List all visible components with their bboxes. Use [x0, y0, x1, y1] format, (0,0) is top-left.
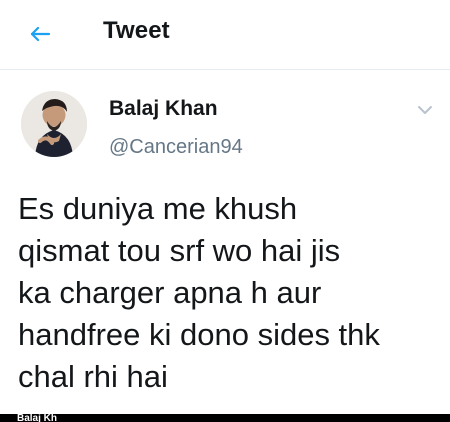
avatar[interactable]: [21, 91, 87, 157]
tweet-text-line: qismat tou srf wo hai jis: [18, 233, 341, 268]
chevron-down-icon: [418, 106, 432, 114]
page-title: Tweet: [103, 17, 170, 44]
cropped-author-name: Balaj Kh: [17, 414, 58, 422]
tweet-text-line: handfree ki dono sides thk: [18, 317, 380, 352]
cropped-footer-bar: Balaj Kh: [0, 414, 450, 422]
tweet-text-line: Es duniya me khush: [18, 191, 298, 226]
tweet-text: Es duniya me khush qismat tou srf wo hai…: [18, 188, 443, 398]
tweet-menu-button[interactable]: [414, 101, 436, 119]
user-handle[interactable]: @Cancerian94: [109, 136, 243, 159]
back-arrow-icon: [30, 26, 51, 42]
tweet-detail-screen: Tweet Balaj Khan @Cancerian94 Es duniya …: [0, 0, 450, 422]
tweet-text-line: chal rhi hai: [18, 359, 168, 394]
back-button[interactable]: [26, 20, 54, 48]
profile-photo-icon: [21, 91, 87, 157]
top-bar: Tweet: [0, 0, 450, 70]
display-name[interactable]: Balaj Khan: [109, 97, 218, 121]
tweet-text-line: ka charger apna h aur: [18, 275, 322, 310]
